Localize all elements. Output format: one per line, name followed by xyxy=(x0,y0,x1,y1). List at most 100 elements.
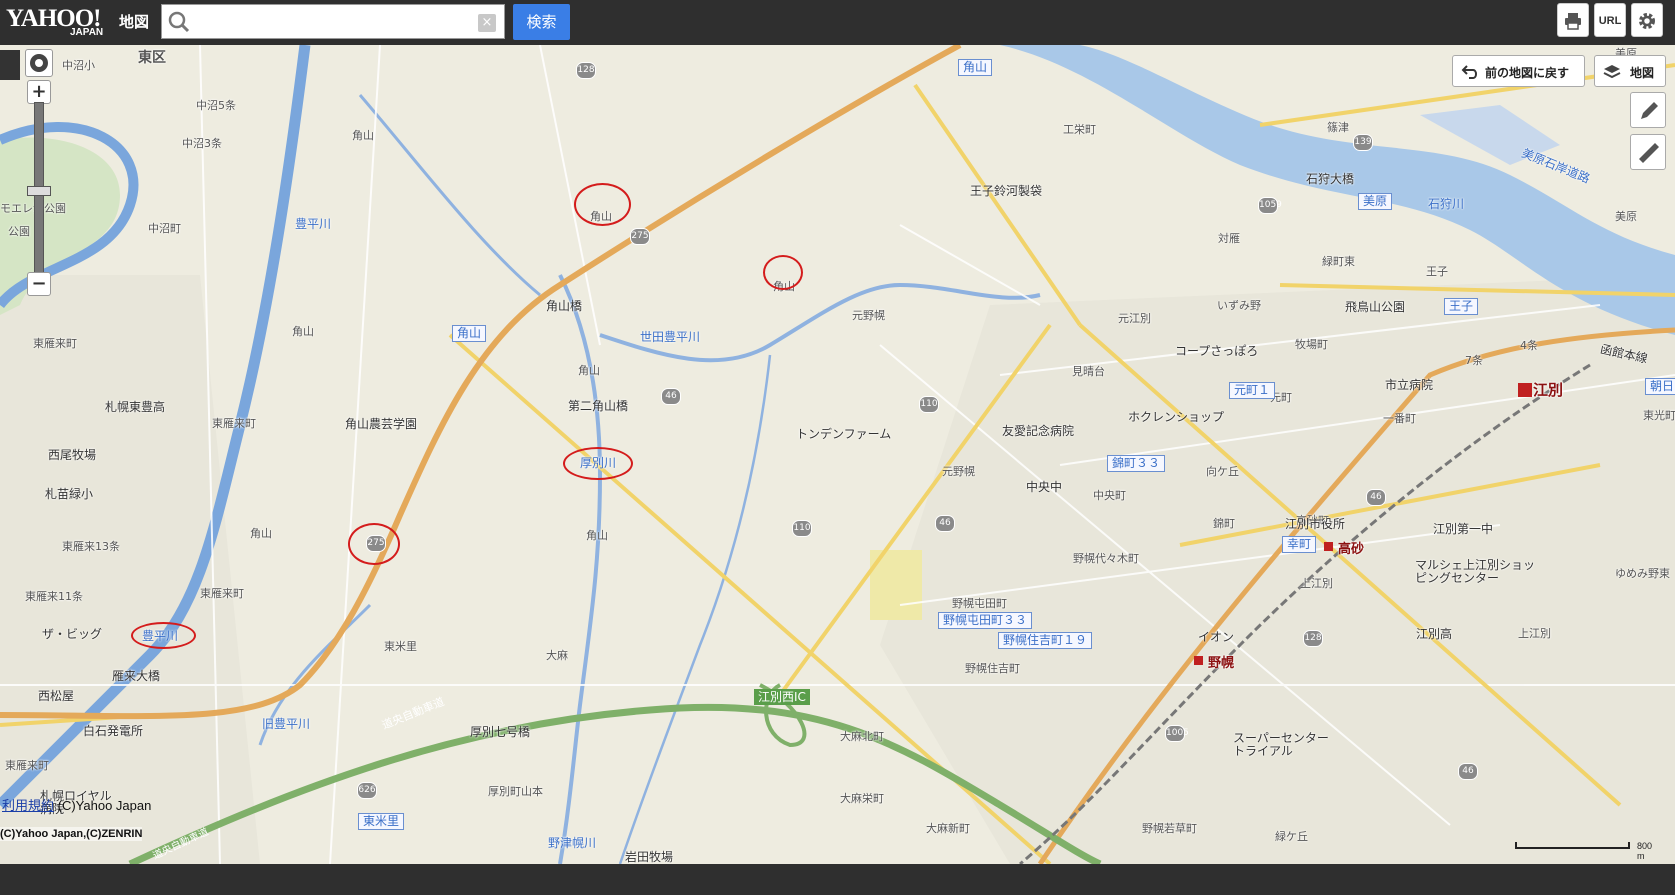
label-ebetsu-daiichi: 江別第一中 xyxy=(1433,522,1494,536)
label-oasa: 大麻 xyxy=(546,649,568,662)
label-higashi-hikari: 東光町 xyxy=(1643,409,1675,422)
label-yuai-hospital: 友愛記念病院 xyxy=(1002,424,1075,438)
label-atsubetsu-yamamoto: 厚別町山本 xyxy=(488,785,543,798)
sign-kakuyama-1: 角山 xyxy=(958,59,993,76)
label-chuo-naka: 中央中 xyxy=(1026,480,1063,494)
sign-nishiki-33: 錦町３３ xyxy=(1107,455,1166,472)
label-hokuren: ホクレンショップ xyxy=(1128,410,1225,424)
scale-label: 800 m xyxy=(1637,841,1653,861)
label-nakanuma-sho: 中沼小 xyxy=(62,59,95,72)
label-nopporo-station: 野幌 xyxy=(1208,656,1235,671)
zoom-slider-thumb[interactable] xyxy=(27,186,51,196)
label-nishiki: 錦町 xyxy=(1213,517,1235,530)
label-ebetsu-city-office: 江別市役所 xyxy=(1285,517,1346,531)
layer-button[interactable]: 地図 xyxy=(1594,55,1666,87)
logo-map: 地図 xyxy=(119,13,150,31)
route-badge: 1059 xyxy=(1258,197,1282,214)
label-ishikari-bridge: 石狩大橋 xyxy=(1306,172,1355,186)
label-takasago-station: 高砂 xyxy=(1338,542,1365,557)
copyright-yahoo: (C)Yahoo Japan xyxy=(57,798,152,813)
label-minori: 見晴台 xyxy=(1072,365,1105,378)
label-mukou: 向ケ丘 xyxy=(1206,465,1239,478)
label-tonden-farm: トンデンファーム xyxy=(796,427,892,441)
label-kakuyama-7: 角山 xyxy=(586,529,608,542)
label-kami-ebetsu-2: 上江別 xyxy=(1518,627,1551,640)
collapse-panel-button[interactable] xyxy=(0,50,20,80)
label-toyohira-river-1: 豊平川 xyxy=(295,217,332,231)
label-asukayama: 飛鳥山公園 xyxy=(1345,300,1406,314)
map-drawing xyxy=(0,45,1675,864)
sign-motomachi-1: 元町１ xyxy=(1229,382,1276,399)
gear-icon xyxy=(1639,13,1655,29)
label-oasa-shin: 大麻新町 xyxy=(926,822,970,835)
search-button[interactable]: 検索 xyxy=(513,4,570,40)
back-button[interactable]: 前の地図に戻す xyxy=(1452,55,1585,87)
route-badge: 46 xyxy=(1458,763,1478,780)
label-iwata-farm: 岩田牧場 xyxy=(625,850,674,864)
sign-nopporo-sumiyoshi-19: 野幌住吉町１９ xyxy=(998,632,1093,649)
print-button[interactable] xyxy=(1557,3,1589,37)
label-higashi-karikiri-13: 東雁来13条 xyxy=(62,540,120,553)
label-oji-kinzoku: 王子鈴河製袋 xyxy=(970,184,1043,198)
url-button[interactable]: URL xyxy=(1594,3,1626,37)
annotation-circle xyxy=(763,255,803,290)
label-higashi-yoneri: 東米里 xyxy=(384,640,417,653)
label-chuo-cho: 中央町 xyxy=(1093,489,1126,502)
label-higashi-karikiri-3: 東雁来町 xyxy=(200,587,244,600)
label-higashi-karikiri: 東雁来町 xyxy=(33,337,77,350)
settings-button[interactable] xyxy=(1631,3,1663,37)
label-kakuyama-school: 角山農芸学園 xyxy=(345,417,418,431)
station-icon xyxy=(1324,542,1333,551)
label-midorimachi: 緑町東 xyxy=(1322,255,1355,268)
annotation-circle xyxy=(131,622,196,649)
search-input[interactable] xyxy=(198,8,472,36)
map-canvas[interactable]: 東区 中沼小 中沼5条 中沼3条 中沼町 モエレ沼公園 公園 豊平川 豊平川 旧… xyxy=(0,45,1675,864)
label-oasa-sakae: 大麻栄町 xyxy=(840,792,884,805)
label-marche: マルシェ上江別ショッピングセンター xyxy=(1415,558,1536,585)
header-bar: YAHOO! JAPAN 地図 × 検索 URL xyxy=(0,0,1675,45)
label-motoebetsu: 元江別 xyxy=(1118,312,1151,325)
label-shiritsu-hospital: 市立病院 xyxy=(1385,378,1434,392)
compass-button[interactable] xyxy=(25,49,53,77)
zoom-out-button[interactable]: − xyxy=(27,272,51,296)
label-kami-ebetsu: 上江別 xyxy=(1300,577,1333,590)
yahoo-map-logo[interactable]: YAHOO! JAPAN 地図 xyxy=(4,3,154,41)
copyright-text: (C)Yahoo Japan,(C)ZENRIN xyxy=(0,827,143,841)
undo-icon xyxy=(1461,65,1477,79)
route-badge: 1005 xyxy=(1165,725,1189,742)
label-kyu-toyohira: 旧豊平川 xyxy=(262,717,311,731)
draw-button[interactable] xyxy=(1630,92,1666,128)
label-oji: 王子 xyxy=(1426,265,1448,278)
annotation-circle xyxy=(348,523,400,565)
sign-kocho: 幸町 xyxy=(1282,536,1317,553)
route-badge: 275 xyxy=(630,228,650,245)
scale-bar: 800 m xyxy=(1515,841,1652,861)
label-motonopporo-2: 元野幌 xyxy=(942,465,975,478)
label-ichibancho: 一番町 xyxy=(1383,412,1416,425)
label-yumemi: ゆめみ野東 xyxy=(1615,567,1670,580)
label-bokujo: 牧場町 xyxy=(1295,338,1328,351)
compass-icon xyxy=(30,54,48,72)
label-ebetsu-station: 江別 xyxy=(1533,381,1564,399)
label-ishikari-river: 石狩川 xyxy=(1428,197,1465,211)
label-aeon: イオン xyxy=(1198,630,1235,644)
label-tsuihiro: 対雁 xyxy=(1218,232,1240,245)
sign-oji: 王子 xyxy=(1444,298,1479,315)
label-bihara-2: 美原 xyxy=(1615,210,1637,223)
measure-button[interactable] xyxy=(1630,134,1666,170)
zoom-in-button[interactable]: + xyxy=(27,80,51,104)
search-box[interactable]: × xyxy=(161,4,505,39)
clear-icon[interactable]: × xyxy=(478,14,496,32)
terms-link[interactable]: 利用規約 xyxy=(2,798,54,813)
label-nakanuma-5: 中沼5条 xyxy=(196,99,236,112)
label-higashi-karikiri-2: 東雁来町 xyxy=(212,417,256,430)
label-super-center: スーパーセンタートライアル xyxy=(1233,731,1329,758)
label-yonjo: 4条 xyxy=(1520,339,1538,352)
label-oasa-kita: 大麻北町 xyxy=(840,730,884,743)
label-kakuyama-1: 角山 xyxy=(352,129,374,142)
route-badge: 110 xyxy=(919,396,939,413)
label-nopporo-wakakusa: 野幌若草町 xyxy=(1142,822,1197,835)
bottom-bar xyxy=(0,864,1675,895)
label-midorigaoka: 緑ケ丘 xyxy=(1275,830,1308,843)
label-motonopporo-1: 元野幌 xyxy=(852,309,885,322)
